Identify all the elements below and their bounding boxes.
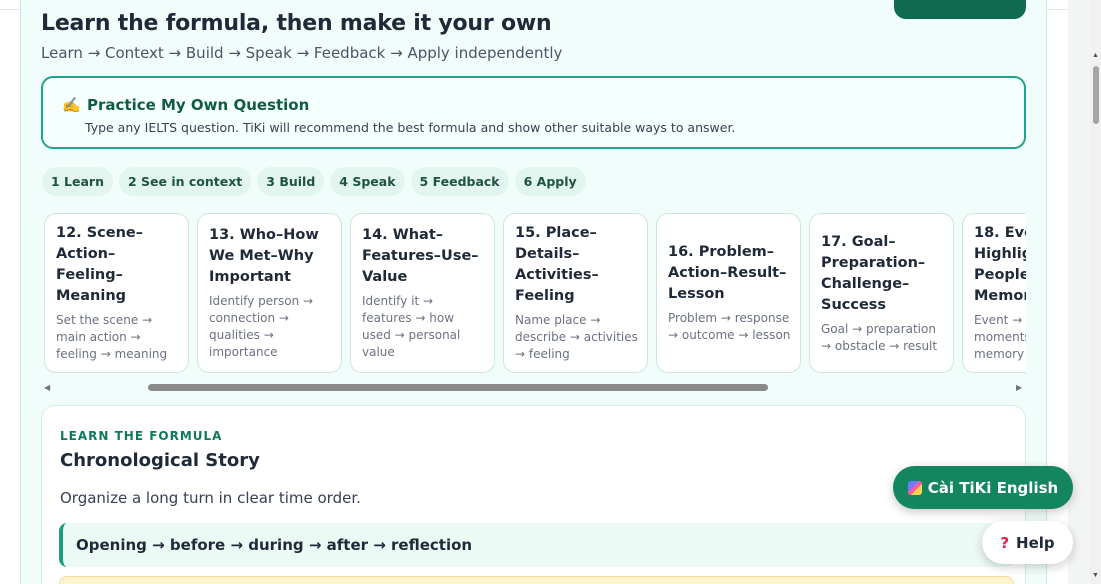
formula-card-desc: Problem → response → outcome → lesson [668, 311, 791, 342]
carousel-scroll-left-icon[interactable]: ◀ [44, 383, 50, 392]
tip-box [59, 576, 1014, 584]
step-tabs: 1 Learn 2 See in context 3 Build 4 Speak… [42, 167, 586, 196]
practice-description: Type any IELTS question. TiKi will recom… [85, 120, 736, 135]
formula-card-title: 14. What–Features–Use–Value [362, 227, 479, 285]
learn-formula-description: Organize a long turn in clear time order… [60, 489, 361, 507]
formula-card-title: 13. Who–How We Met–Why Important [209, 227, 319, 285]
page-title: Learn the formula, then make it your own [41, 11, 552, 36]
practice-own-question-box[interactable]: ✍️ Practice My Own Question Type any IEL… [41, 76, 1026, 149]
carousel-scrollbar-thumb[interactable] [148, 384, 768, 391]
formula-sequence-bar: Opening → before → during → after → refl… [59, 523, 1014, 567]
formula-card-14[interactable]: 14. What–Features–Use–Value Identify it … [350, 213, 495, 373]
learn-section-label: LEARN THE FORMULA [60, 429, 223, 443]
formula-card-desc: Name place → describe → activities → fee… [515, 313, 638, 361]
formula-carousel: 12. Scene–Action–Feeling–Meaning Set the… [44, 213, 1026, 375]
formula-card-desc: Set the scene → main action → feeling → … [56, 313, 168, 361]
formula-card-13[interactable]: 13. Who–How We Met–Why Important Identif… [197, 213, 342, 373]
formula-card-title: 12. Scene–Action–Feeling–Meaning [56, 225, 144, 304]
formula-card-15[interactable]: 15. Place–Details–Activities–Feeling Nam… [503, 213, 648, 373]
step-tab-learn[interactable]: 1 Learn [42, 167, 113, 196]
formula-card-title: 15. Place–Details–Activities–Feeling [515, 225, 599, 304]
learn-formula-title: Chronological Story [60, 450, 260, 471]
formula-card-title: 17. Goal–Preparation–Challenge–Success [821, 233, 926, 313]
formula-card-17[interactable]: 17. Goal–Preparation–Challenge–Success G… [809, 213, 954, 373]
writing-hand-icon: ✍️ [62, 97, 81, 114]
question-mark-icon: ? [1000, 533, 1010, 552]
formula-card-desc: Identify person → connection → qualities… [209, 294, 314, 359]
page-scrollbar-thumb[interactable] [1093, 66, 1099, 124]
learn-formula-panel: LEARN THE FORMULA Chronological Story Or… [41, 405, 1026, 584]
install-tiki-button[interactable]: Cài TiKi English [893, 466, 1073, 509]
formula-card-desc: Event → key moments → lasting memory [974, 313, 1026, 361]
step-tab-apply[interactable]: 6 Apply [514, 167, 586, 196]
help-button[interactable]: ? Help [982, 521, 1073, 564]
scroll-down-icon[interactable]: ▼ [1092, 572, 1099, 579]
step-tab-context[interactable]: 2 See in context [119, 167, 252, 196]
step-tab-build[interactable]: 3 Build [257, 167, 325, 196]
formula-card-12[interactable]: 12. Scene–Action–Feeling–Meaning Set the… [44, 213, 189, 373]
practice-title: Practice My Own Question [87, 96, 310, 114]
formula-card-16[interactable]: 16. Problem–Action–Result–Lesson Problem… [656, 213, 801, 373]
step-tab-feedback[interactable]: 5 Feedback [410, 167, 509, 196]
formula-sequence: Opening → before → during → after → refl… [76, 536, 473, 554]
help-button-label: Help [1016, 533, 1055, 552]
step-tab-speak[interactable]: 4 Speak [330, 167, 405, 196]
scroll-up-icon[interactable]: ▲ [1092, 52, 1099, 59]
app-icon [907, 480, 922, 495]
formula-card-desc: Identify it → features → how used → pers… [362, 294, 461, 359]
formula-card-18[interactable]: 18. Event–Highlights–People–Memory Event… [962, 213, 1026, 373]
install-button-label: Cài TiKi English [927, 478, 1059, 497]
formula-card-desc: Goal → preparation → obstacle → result [821, 321, 938, 353]
carousel-scroll-right-icon[interactable]: ▶ [1016, 383, 1022, 392]
formula-card-title: 18. Event–Highlights–People–Memory [974, 225, 1026, 304]
formula-card-title: 16. Problem–Action–Result–Lesson [668, 244, 787, 302]
page-subtitle: Learn → Context → Build → Speak → Feedba… [41, 44, 563, 62]
top-action-button[interactable] [894, 0, 1026, 19]
